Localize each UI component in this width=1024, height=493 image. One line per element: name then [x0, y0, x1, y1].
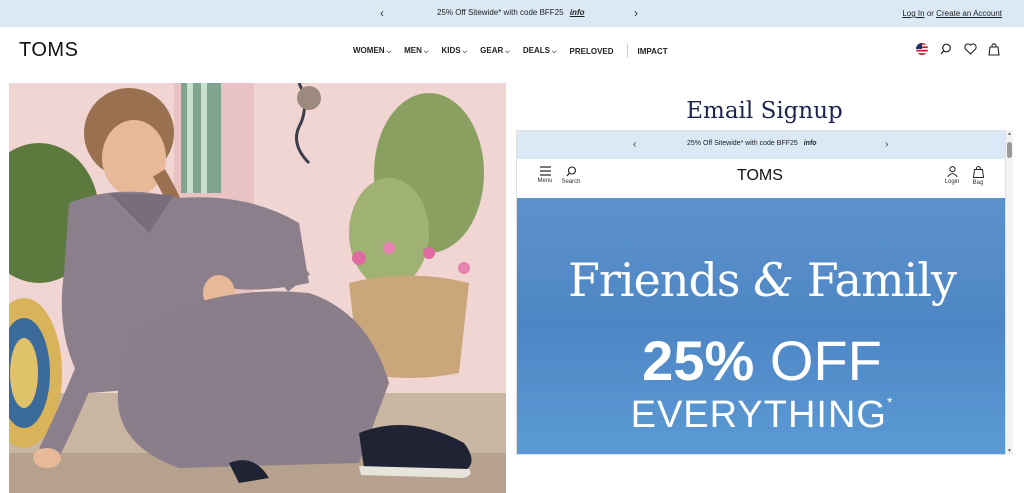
embedded-prev-arrow[interactable]: ‹ [633, 139, 636, 150]
embedded-promo-text: 25% Off Sitewide* with code BFF25 [687, 140, 798, 147]
account-links: Log In or Create an Account [902, 9, 1002, 18]
nav-women-label: WOMEN [353, 46, 385, 55]
embedded-bag-label: Bag [972, 180, 984, 186]
chevron-down-icon: ⌵ [462, 49, 468, 55]
user-icon [946, 166, 958, 177]
embedded-preview: ‹ 25% Off Sitewide* with code BFF25 info… [516, 130, 1006, 455]
account-or: or [926, 9, 934, 18]
hero-image[interactable] [9, 83, 506, 493]
nav-deals[interactable]: DEALS ⌵ [523, 46, 557, 56]
banner-everything: EVERYTHING* [517, 394, 1005, 437]
banner-discount: 25% OFF [517, 328, 1005, 393]
embedded-next-arrow[interactable]: › [885, 139, 888, 150]
promo-text: 25% Off Sitewide* with code BFF25 [437, 8, 564, 17]
create-account-link[interactable]: Create an Account [936, 9, 1002, 18]
toms-logo[interactable]: TOMS [19, 39, 78, 62]
email-signup-title: Email Signup [686, 98, 843, 124]
nav-men-label: MEN [404, 46, 422, 55]
scroll-down-icon[interactable]: ▼ [1006, 448, 1013, 454]
bag-icon [972, 166, 984, 178]
chevron-down-icon: ⌵ [505, 49, 510, 55]
promo-prev-arrow[interactable]: ‹ [380, 6, 384, 20]
banner-percent: 25% [642, 329, 755, 392]
scrollbar-thumb[interactable] [1007, 142, 1012, 158]
embedded-menu-label: Menu [537, 178, 553, 184]
promo-bar: ‹ 25% Off Sitewide* with code BFF25 info… [0, 0, 1024, 27]
nav-gear[interactable]: GEAR ⌵ [480, 46, 510, 56]
banner-off: OFF [769, 329, 882, 392]
banner-headline: Friends & Family [517, 253, 1005, 307]
search-icon [566, 166, 576, 177]
embedded-search-label: Search [561, 179, 581, 185]
header-icons [906, 41, 1002, 57]
heart-icon[interactable] [962, 41, 978, 57]
banner-ampersand: & [753, 253, 794, 307]
promo-next-arrow[interactable]: › [634, 6, 638, 20]
nav-kids-label: KIDS [441, 46, 461, 55]
site-header: TOMS WOMEN ⌵ MEN ⌵ KIDS ⌵ GEAR ⌵ DEALS ⌵ PREL… [0, 27, 1024, 73]
menu-icon [539, 166, 551, 176]
nav-men[interactable]: MEN ⌵ [404, 46, 428, 56]
embedded-login-button[interactable]: Login [940, 166, 964, 185]
nav-divider [626, 44, 628, 58]
search-icon[interactable] [938, 41, 954, 57]
banner-everything-text: EVERYTHING [630, 394, 887, 436]
hero-illustration [9, 83, 506, 493]
login-link[interactable]: Log In [902, 9, 924, 18]
nav-preloved[interactable]: PRELOVED [570, 47, 614, 56]
embedded-promo-bar: ‹ 25% Off Sitewide* with code BFF25 info… [517, 131, 1005, 159]
nav-gear-label: GEAR [480, 46, 504, 55]
nav-women[interactable]: WOMEN ⌵ [353, 46, 391, 56]
chevron-down-icon: ⌵ [551, 49, 557, 55]
promo-info-link[interactable]: info [570, 8, 585, 17]
embedded-toms-logo[interactable]: TOMS [737, 167, 783, 185]
chevron-down-icon: ⌵ [423, 49, 429, 55]
nav-kids[interactable]: KIDS ⌵ [441, 46, 467, 56]
promo-message: 25% Off Sitewide* with code BFF25 info [437, 8, 585, 17]
friends-family-banner[interactable]: Friends & Family 25% OFF EVERYTHING* [517, 198, 1005, 454]
main-nav: WOMEN ⌵ MEN ⌵ KIDS ⌵ GEAR ⌵ DEALS ⌵ PRELOVED … [353, 44, 681, 58]
embedded-bag-button[interactable]: Bag [966, 166, 990, 186]
embedded-promo-info[interactable]: info [804, 140, 817, 147]
embedded-header: Menu Search TOMS Login Bag [517, 159, 1005, 197]
embedded-scrollbar[interactable]: ▲ ▼ [1006, 130, 1013, 455]
banner-family: Family [806, 253, 957, 307]
nav-deals-label: DEALS [522, 46, 550, 55]
embedded-search-button[interactable]: Search [559, 166, 583, 185]
us-flag-icon[interactable] [914, 41, 930, 57]
scroll-up-icon[interactable]: ▲ [1006, 131, 1013, 137]
bag-icon[interactable] [986, 41, 1002, 57]
banner-friends: Friends [568, 253, 741, 307]
embedded-promo-message: 25% Off Sitewide* with code BFF25 info [687, 140, 817, 147]
embedded-menu-button[interactable]: Menu [533, 166, 557, 184]
chevron-down-icon: ⌵ [386, 49, 392, 55]
nav-impact[interactable]: IMPACT [638, 47, 668, 56]
banner-asterisk: * [886, 394, 894, 410]
embedded-login-label: Login [944, 179, 960, 185]
